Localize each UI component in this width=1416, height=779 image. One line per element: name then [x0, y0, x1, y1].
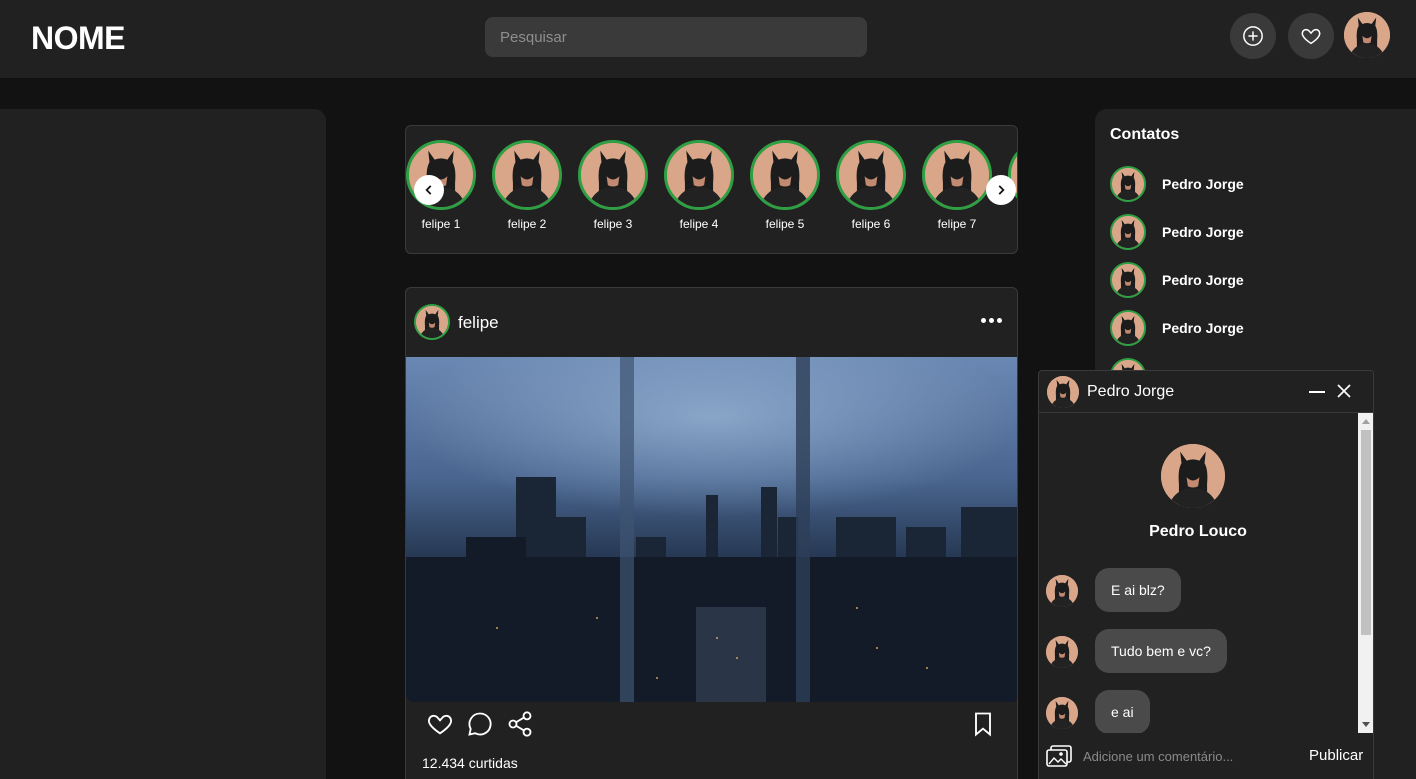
story-item[interactable]: felipe 7	[922, 140, 992, 231]
story-name: felipe 4	[679, 217, 719, 231]
chat-scrollbar[interactable]	[1358, 413, 1373, 733]
contact-avatar	[1110, 166, 1146, 202]
contact-name: Pedro Jorge	[1162, 320, 1244, 336]
story-name: felipe 2	[507, 217, 547, 231]
chat-profile-name: Pedro Louco	[1149, 523, 1247, 540]
chevron-right-icon	[998, 185, 1005, 195]
scroll-up-arrow-icon[interactable]	[1358, 413, 1373, 429]
plus-circle-icon	[1243, 26, 1263, 46]
share-icon[interactable]	[506, 710, 534, 738]
stories-carousel: felipe 1 felipe 2 felipe 3 felipe 4 feli…	[405, 125, 1018, 254]
chat-message: Tudo bem e vc?	[1039, 629, 1357, 675]
chat-header: Pedro Jorge	[1039, 371, 1373, 413]
app-logo[interactable]: NOME	[31, 20, 126, 57]
scrollbar-thumb[interactable]	[1361, 430, 1371, 635]
story-avatar	[750, 140, 820, 210]
create-post-button[interactable]	[1230, 13, 1276, 59]
comment-input[interactable]	[1083, 746, 1283, 766]
post-image	[406, 357, 1017, 702]
contact-item[interactable]: Pedro Jorge	[1110, 164, 1410, 204]
chevron-left-icon	[425, 185, 432, 195]
chat-profile-avatar	[1161, 444, 1225, 508]
chat-composer: Publicar	[1039, 733, 1373, 779]
story-name: felipe 3	[593, 217, 633, 231]
chat-contact-name: Pedro Jorge	[1087, 383, 1175, 400]
post-author-name[interactable]: felipe	[458, 313, 499, 333]
stories-next-button[interactable]	[986, 175, 1016, 205]
chat-message: e ai	[1039, 690, 1357, 733]
story-name: felipe 5	[765, 217, 805, 231]
message-avatar	[1046, 575, 1078, 607]
image-upload-icon[interactable]	[1046, 745, 1072, 767]
story-avatar	[664, 140, 734, 210]
bookmark-icon[interactable]	[969, 710, 997, 738]
notifications-button[interactable]	[1288, 13, 1334, 59]
contact-avatar	[1110, 214, 1146, 250]
story-item[interactable]: felipe 6	[836, 140, 906, 231]
scroll-down-arrow-icon[interactable]	[1358, 717, 1373, 733]
story-name: felipe 7	[937, 217, 977, 231]
message-bubble: E ai blz?	[1095, 568, 1181, 612]
post-actions	[406, 708, 1017, 742]
left-sidebar	[0, 109, 326, 779]
publish-button[interactable]: Publicar	[1309, 747, 1363, 764]
story-item[interactable]: felipe 4	[664, 140, 734, 231]
message-avatar	[1046, 697, 1078, 729]
profile-avatar[interactable]	[1344, 12, 1390, 58]
post-options-button[interactable]	[981, 314, 1005, 326]
story-item[interactable]: felipe 2	[492, 140, 562, 231]
like-heart-icon[interactable]	[426, 710, 454, 738]
contact-avatar	[1110, 310, 1146, 346]
search-input[interactable]	[485, 17, 867, 57]
story-item[interactable]: felipe 5	[750, 140, 820, 231]
contact-name: Pedro Jorge	[1162, 272, 1244, 288]
likes-count: 12.434 curtidas	[422, 755, 518, 771]
message-bubble: Tudo bem e vc?	[1095, 629, 1227, 673]
contact-avatar	[1110, 262, 1146, 298]
story-avatar	[578, 140, 648, 210]
chat-contact-avatar	[1047, 376, 1079, 408]
contact-item[interactable]: Pedro Jorge	[1110, 260, 1410, 300]
stories-prev-button[interactable]	[414, 175, 444, 205]
contact-name: Pedro Jorge	[1162, 224, 1244, 240]
close-icon[interactable]	[1335, 382, 1353, 400]
feed-post: felipe 12.434 curtidas	[405, 287, 1018, 779]
comment-icon[interactable]	[466, 710, 494, 738]
story-avatar	[492, 140, 562, 210]
story-name: felipe 6	[851, 217, 891, 231]
heart-icon	[1301, 28, 1321, 45]
story-name: felipe 1	[421, 217, 461, 231]
minimize-icon[interactable]	[1309, 391, 1325, 393]
contact-name: Pedro Jorge	[1162, 176, 1244, 192]
contact-item[interactable]: Pedro Jorge	[1110, 212, 1410, 252]
story-item[interactable]: felipe 3	[578, 140, 648, 231]
post-author-avatar[interactable]	[414, 304, 450, 340]
story-avatar	[836, 140, 906, 210]
chat-window: Pedro Jorge Pedro Louco E ai blz? Tudo b…	[1038, 370, 1374, 779]
chat-message: E ai blz?	[1039, 568, 1357, 614]
contact-item[interactable]: Pedro Jorge	[1110, 308, 1410, 348]
message-bubble: e ai	[1095, 690, 1150, 733]
top-navbar: NOME	[0, 0, 1416, 78]
story-avatar	[922, 140, 992, 210]
post-header: felipe	[406, 288, 1017, 357]
contacts-title: Contatos	[1110, 126, 1180, 143]
message-avatar	[1046, 636, 1078, 668]
chat-messages: Pedro Louco E ai blz? Tudo bem e vc? e a…	[1039, 413, 1357, 733]
